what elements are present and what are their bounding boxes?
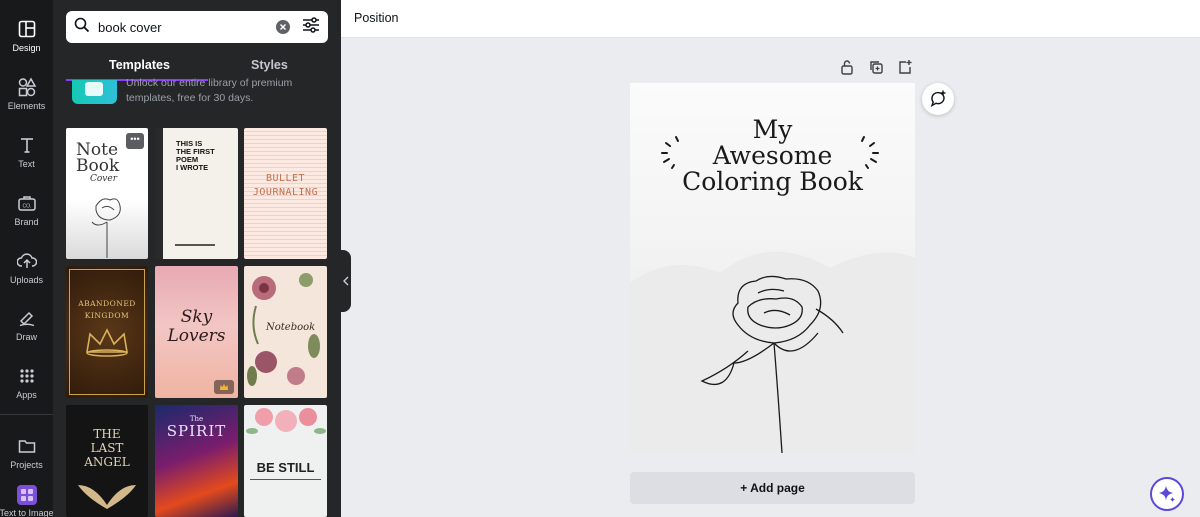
more-options-button[interactable]: ••• <box>126 133 144 149</box>
rail-item-draw[interactable]: Draw <box>0 295 53 351</box>
template-sky-lovers[interactable]: Sky Lovers <box>155 266 238 398</box>
magic-assistant-button[interactable] <box>1150 477 1184 511</box>
rail-label: Design <box>12 43 41 53</box>
rail-item-brand[interactable]: CO. Brand <box>0 180 53 236</box>
duplicate-page-icon[interactable] <box>868 59 884 80</box>
template-title: Notebook <box>266 322 316 333</box>
lock-icon[interactable] <box>839 59 855 80</box>
tab-templates[interactable]: Templates <box>109 58 170 72</box>
template-bullet-journaling[interactable]: BULLET JOURNALING <box>244 128 327 259</box>
promo-line: Unlock our entire library of premium <box>126 77 293 89</box>
search-box[interactable]: book cover <box>66 11 328 43</box>
collapse-panel-button[interactable] <box>341 250 351 312</box>
rail-label: Text <box>18 159 35 169</box>
text-to-image-icon <box>16 484 38 506</box>
promo-line: templates, free for 30 days. <box>126 92 254 104</box>
sparkle-left-decoration <box>661 136 679 169</box>
folder-icon <box>16 435 38 457</box>
rail-item-uploads[interactable]: Uploads <box>0 238 53 294</box>
rail-label: Text to Image <box>0 508 54 517</box>
add-page-button[interactable]: + Add page <box>630 472 915 504</box>
rail-item-text-to-image[interactable]: Text to Image <box>0 475 54 517</box>
crown-illustration <box>86 328 128 357</box>
template-be-still[interactable]: BE STILL <box>244 405 327 517</box>
template-title: THE LAST ANGEL <box>84 427 130 469</box>
title-line: Coloring Book <box>682 167 863 196</box>
roses-illustration <box>246 408 326 434</box>
template-notebook-cover[interactable]: Note Book Cover ••• <box>66 128 148 259</box>
add-page-icon[interactable] <box>897 59 913 80</box>
elements-icon <box>16 76 38 98</box>
rail-label: Projects <box>10 460 43 470</box>
template-last-angel[interactable]: THE LAST ANGEL <box>66 405 148 517</box>
search-input[interactable]: book cover <box>98 20 276 35</box>
template-title: BULLET JOURNALING <box>252 173 319 198</box>
template-title: The SPIRIT <box>166 415 227 440</box>
premium-crown-icon <box>214 380 234 394</box>
flower-line-art <box>700 275 844 453</box>
promo-thumbnail <box>72 80 117 104</box>
comment-plus-icon <box>930 90 946 107</box>
template-panel: book cover Templates Styles Unlock our e… <box>53 0 341 517</box>
template-floral-notebook[interactable]: Notebook <box>244 266 327 398</box>
template-title: BE STILL <box>256 460 315 475</box>
rail-item-projects[interactable]: Projects <box>0 423 53 479</box>
template-spirit[interactable]: The SPIRIT <box>155 405 238 517</box>
brand-icon: CO. <box>16 192 38 214</box>
rail-label: Uploads <box>9 275 44 285</box>
template-abandoned-kingdom[interactable]: ABANDONED KINGDOM <box>66 266 148 398</box>
template-first-poem[interactable]: THIS IS THE FIRST POEM I WROTE <box>155 128 238 259</box>
rail-divider <box>0 414 53 415</box>
rail-label: Apps <box>16 390 37 400</box>
svg-text:CO.: CO. <box>22 204 31 210</box>
sparkle-icon <box>1159 486 1175 502</box>
left-rail: Design Elements Text CO. Brand Uploads D… <box>0 0 54 517</box>
draw-icon <box>16 307 38 329</box>
wings-illustration <box>78 485 136 509</box>
tab-styles[interactable]: Styles <box>251 58 288 72</box>
flower-illustration <box>91 198 121 258</box>
context-toolbar: Position <box>341 0 1200 38</box>
chevron-left-icon <box>343 276 349 286</box>
add-comment-button[interactable] <box>922 83 954 115</box>
page-tools <box>839 59 913 80</box>
clear-search-icon[interactable] <box>276 20 290 34</box>
rail-item-elements[interactable]: Elements <box>0 64 53 120</box>
rail-label: Draw <box>15 332 37 342</box>
filter-icon[interactable] <box>302 16 320 38</box>
rail-item-text[interactable]: Text <box>0 122 53 178</box>
position-button[interactable]: Position <box>354 11 398 25</box>
text-icon <box>16 134 38 156</box>
apps-icon <box>16 365 38 387</box>
template-title: THIS IS THE FIRST POEM I WROTE <box>176 139 215 172</box>
rail-item-apps[interactable]: Apps <box>0 353 53 409</box>
sparkle-right-decoration <box>861 136 879 169</box>
rail-item-design[interactable]: Design <box>0 6 53 62</box>
template-title: Note Book Cover <box>76 140 120 185</box>
template-title: ABANDONED KINGDOM <box>78 299 136 320</box>
design-page[interactable]: My Awesome Coloring Book <box>630 83 915 453</box>
rail-label: Brand <box>14 217 39 227</box>
promo-text[interactable]: Unlock our entire library of premium tem… <box>126 77 326 106</box>
uploads-icon <box>16 250 38 272</box>
rail-label: Elements <box>7 101 46 111</box>
template-title: Sky Lovers <box>167 307 226 346</box>
search-icon <box>74 17 90 38</box>
design-icon <box>16 18 38 40</box>
